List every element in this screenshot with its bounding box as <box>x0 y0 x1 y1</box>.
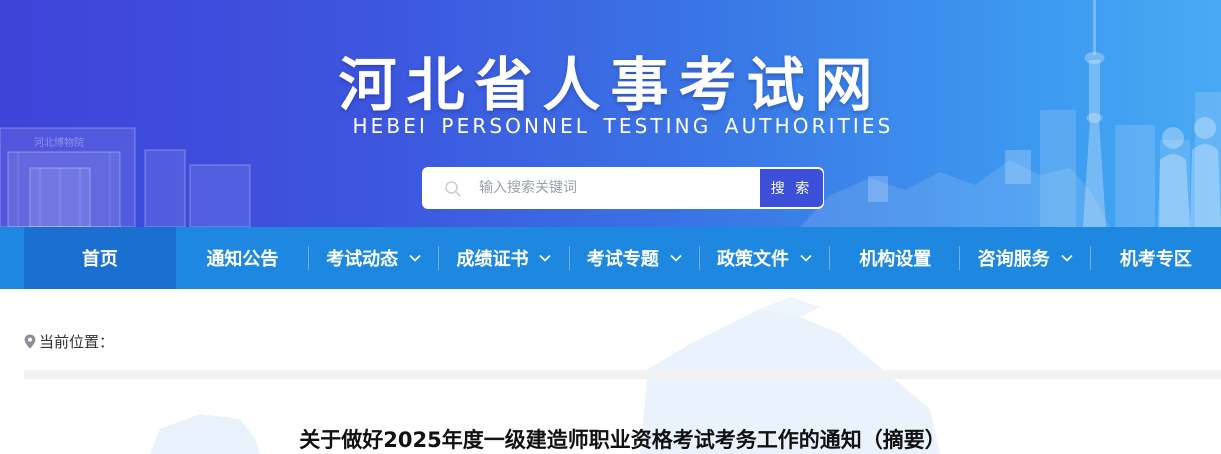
nav-item-organization[interactable]: 机构设置 <box>830 227 961 289</box>
breadcrumb: 当前位置： <box>24 331 114 351</box>
nav-item-label: 咨询服务 <box>977 249 1050 270</box>
search-input[interactable] <box>479 168 757 208</box>
article-title: 关于做好2025年度一级建造师职业资格考试考务工作的通知（摘要） <box>299 428 946 452</box>
nav-item-label: 机考专区 <box>1119 249 1192 270</box>
location-pin-icon <box>24 334 36 348</box>
chevron-down-icon <box>800 254 812 262</box>
chevron-down-icon <box>670 254 682 262</box>
breadcrumb-label: 当前位置： <box>39 332 115 351</box>
nav-item-label: 成绩证书 <box>456 249 529 270</box>
site-subtitle: HEBEI PERSONNEL TESTING AUTHORITIES <box>352 114 894 138</box>
nav-item-policy-documents[interactable]: 政策文件 <box>700 227 831 289</box>
nav-item-label: 通知公告 <box>206 249 279 270</box>
nav-item-label: 考试动态 <box>326 249 399 270</box>
nav-item-computer-exam[interactable]: 机考专区 <box>1091 227 1221 289</box>
chevron-down-icon <box>1061 254 1073 262</box>
nav-item-label: 政策文件 <box>717 249 790 270</box>
site-title: 河北省人事考试网 <box>338 51 883 119</box>
main-nav: 首页 通知公告 考试动态 成绩证书 考试专题 政策文件 机构设置 咨询服务 机考… <box>0 227 1221 289</box>
nav-item-exam-topics[interactable]: 考试专题 <box>570 227 700 289</box>
search-button[interactable]: 搜 索 <box>760 169 823 207</box>
nav-item-label: 机构设置 <box>859 249 932 270</box>
nav-item-label: 考试专题 <box>586 249 659 270</box>
search-box: 搜 索 <box>422 167 824 209</box>
search-icon <box>445 181 461 197</box>
nav-item-label: 首页 <box>81 249 118 270</box>
nav-item-home[interactable]: 首页 <box>24 227 176 289</box>
nav-item-exam-news[interactable]: 考试动态 <box>309 227 440 289</box>
header-banner: 河北博物院 河北省人事考试网 HEBEI PERSONNEL TESTING A… <box>0 0 1221 227</box>
chevron-down-icon <box>409 254 421 262</box>
chevron-down-icon <box>539 254 552 262</box>
nav-item-consulting[interactable]: 咨询服务 <box>960 227 1091 289</box>
nav-item-notices[interactable]: 通知公告 <box>176 227 310 289</box>
nav-item-scores-certificates[interactable]: 成绩证书 <box>439 227 570 289</box>
content-divider <box>24 370 1221 379</box>
